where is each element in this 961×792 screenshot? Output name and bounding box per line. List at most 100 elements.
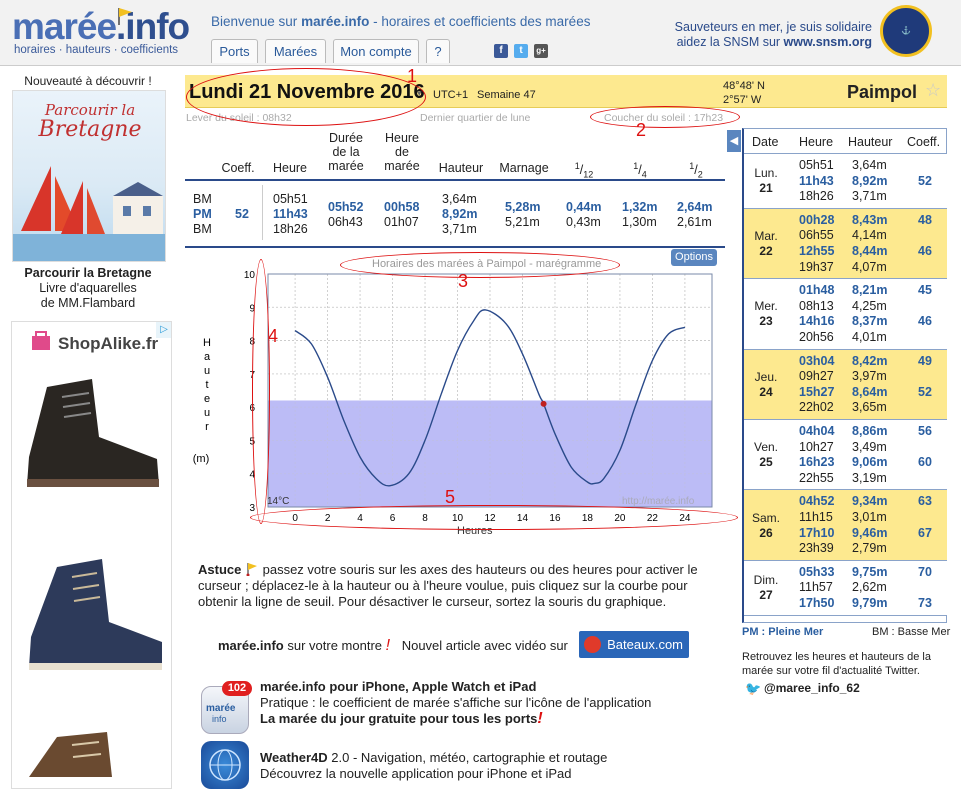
day-height: 9,46m <box>852 525 888 540</box>
day-time: 01h48 <box>799 283 835 298</box>
day-height: 8,21m <box>852 283 888 298</box>
day-height: 9,34m <box>852 494 888 509</box>
week-tide-table: Date Heure Hauteur Coeff. Lun. 21 05h51 3,6… <box>742 128 947 623</box>
day-coeff: 73 <box>918 595 932 610</box>
iphone-app-title: marée.info pour iPhone, Apple Watch et i… <box>260 679 537 694</box>
col-divider <box>262 185 263 240</box>
rt-header-hauteur: Hauteur <box>848 135 893 149</box>
weather4d-app-icon[interactable] <box>201 741 249 789</box>
week-day-row[interactable]: Lun. 21 05h51 3,64m 11h43 8,92m 52 18h26 3,71m <box>744 154 947 209</box>
header-coeff: Coeff. <box>221 161 255 175</box>
day-height: 3,49m <box>852 439 887 454</box>
week-day-row[interactable]: Jeu. 24 03h04 8,42m 49 09h27 3,97m 15h27 8,64m 52… <box>744 349 947 420</box>
day-height: 8,92m <box>852 173 888 188</box>
header-heure: Heure <box>272 161 308 175</box>
tip-body: passez votre souris sur les axes des hau… <box>198 562 698 609</box>
day-coeff: 46 <box>918 314 932 329</box>
book-ad-text[interactable]: Parcourir la Bretagne Livre d'aquarelles… <box>8 266 168 311</box>
week-day-row[interactable]: Sam. 26 04h52 9,34m 63 11h15 3,01m 17h10 9,46m 67… <box>744 490 947 561</box>
options-button[interactable]: Options <box>671 249 717 266</box>
day-coeff: 67 <box>918 525 932 540</box>
latitude: 48°48' N <box>723 80 765 92</box>
header-duree: Durée de la marée <box>328 131 364 173</box>
day-time: 05h33 <box>799 564 835 579</box>
day-coeff: 52 <box>918 173 932 188</box>
temperature: 14°C <box>267 496 289 507</box>
bateaux-link[interactable]: Bateaux.com <box>579 631 689 658</box>
snsm-logo[interactable]: ⚓ <box>880 5 932 57</box>
book-cover-image[interactable]: Parcourir la Bretagne <box>12 90 166 262</box>
day-coeff: 49 <box>918 353 932 368</box>
y-axis-label-char: t <box>205 379 208 391</box>
book-subtitle: Livre d'aquarelles <box>39 281 137 295</box>
day-time: 15h27 <box>799 384 835 399</box>
day-time: 00h28 <box>799 212 835 227</box>
day-label: Dim. 27 <box>753 573 779 603</box>
y-axis-label-char: r <box>205 421 209 433</box>
current-tide-point <box>540 400 547 407</box>
cover-title-2: Bretagne <box>38 117 142 142</box>
watch-promo[interactable]: marée.info sur votre montre ! Nouvel art… <box>218 637 568 655</box>
day-height: 3,97m <box>852 369 887 384</box>
y-axis-label: Hauteur(m) <box>193 337 211 465</box>
day-time: 17h10 <box>799 525 835 540</box>
facebook-icon[interactable]: f <box>494 44 508 58</box>
quart-values: 1,32m 1,30m <box>622 200 658 229</box>
site-logo[interactable]: marée.info <box>12 6 190 48</box>
port-name: Paimpol <box>847 82 918 102</box>
tab-help[interactable]: ? <box>426 39 450 63</box>
timezone: UTC+1 <box>433 89 469 101</box>
snsm-promo[interactable]: Sauveteurs en mer, je suis solidaire aid… <box>640 20 872 50</box>
week-day-row[interactable]: Dim. 27 05h33 9,75m 70 11h57 2,62m 17h50 9,79m 73 <box>744 560 947 616</box>
week-day-row[interactable]: Mar. 22 00h28 8,43m 48 06h55 4,14m 12h55 8,44m 46… <box>744 208 947 280</box>
day-height: 9,79m <box>852 595 888 610</box>
day-coeff: 45 <box>918 283 932 298</box>
tide-types: BM PM BM <box>193 192 212 236</box>
y-axis-label-char: a <box>204 351 211 363</box>
day-time: 16h23 <box>799 455 835 470</box>
day-label: Jeu. 24 <box>754 369 778 399</box>
adchoices-icon[interactable]: ▷ <box>156 322 171 338</box>
twitter-promo-text: Retrouvez les heures et hauteurs de la m… <box>742 651 931 677</box>
day-height: 3,65m <box>852 400 887 415</box>
shopalike-brand: ShopAlike.fr <box>58 334 159 353</box>
day-height: 8,42m <box>852 353 888 368</box>
collapse-arrow-icon[interactable]: ◀ <box>727 130 741 152</box>
week-number: Semaine 47 <box>477 89 536 101</box>
twitter-handle[interactable]: @maree_info_62 <box>764 681 860 695</box>
twitter-icon[interactable]: t <box>514 44 528 58</box>
day-height: 4,25m <box>852 298 887 313</box>
flag-icon <box>118 8 132 25</box>
google-plus-icon[interactable]: g+ <box>534 44 548 58</box>
tab-mon-compte[interactable]: Mon compte <box>333 39 419 63</box>
week-day-row[interactable]: Mer. 23 01h48 8,21m 45 08h13 4,25m 14h16 8,37m 46… <box>744 279 947 350</box>
annotation-number-1: 1 <box>407 66 418 86</box>
iphone-app-promo[interactable]: marée.info pour iPhone, Apple Watch et i… <box>260 679 651 727</box>
weather4d-promo[interactable]: Weather4D 2.0 - Navigation, météo, carto… <box>260 750 607 782</box>
rt-header-heure: Heure <box>799 135 834 149</box>
day-time: 18h26 <box>799 189 834 204</box>
day-time: 22h02 <box>799 400 834 415</box>
tip-label: Astuce <box>198 562 242 577</box>
logo-tagline: horaires · hauteurs · coefficients <box>14 44 179 56</box>
day-time: 04h04 <box>799 424 835 438</box>
tab-marees[interactable]: Marées <box>265 39 326 63</box>
y-axis-label-char: e <box>204 393 210 405</box>
day-time: 14h16 <box>799 314 835 329</box>
tab-ports[interactable]: Ports <box>211 39 258 63</box>
day-height: 4,07m <box>852 259 887 274</box>
day-time: 04h52 <box>799 494 835 509</box>
shopalike-ad[interactable]: ▷ ShopAlike.fr <box>11 321 172 789</box>
day-time: 22h55 <box>799 470 834 485</box>
day-height: 8,64m <box>852 384 888 399</box>
rt-header-coeff: Coeff. <box>907 135 941 149</box>
twitter-bird-icon[interactable]: 🐦 <box>745 681 761 697</box>
rt-header-date: Date <box>752 135 779 149</box>
y-axis-label-char: u <box>204 407 210 419</box>
favorite-star-icon[interactable]: ☆ <box>925 80 941 101</box>
day-time: 06h55 <box>799 228 834 243</box>
chart-watermark: http://marée.info <box>622 496 695 507</box>
day-time: 10h27 <box>799 439 834 454</box>
day-time: 11h57 <box>799 580 833 595</box>
week-day-row[interactable]: Ven. 25 04h04 8,86m 56 10h27 3,49m 16h23 9,06m 60… <box>744 420 947 491</box>
